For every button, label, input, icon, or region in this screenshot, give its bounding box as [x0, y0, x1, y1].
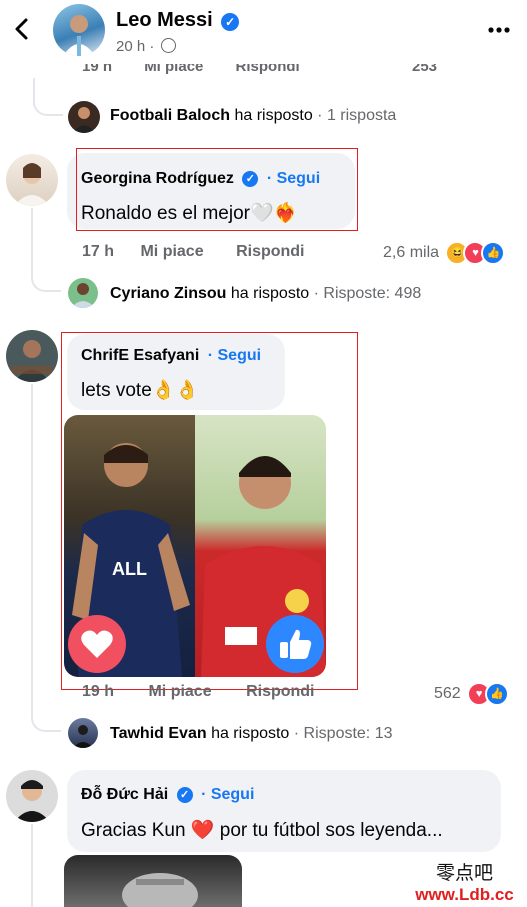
reply-link[interactable]: Rispondi [236, 243, 304, 260]
heart-icon [81, 630, 113, 658]
comment-avatar[interactable] [6, 330, 58, 382]
reply-author[interactable]: Footbali Baloch [110, 107, 230, 124]
verified-badge-icon: ✓ [176, 786, 193, 803]
back-button[interactable] [10, 14, 34, 44]
page-avatar[interactable] [53, 4, 105, 56]
reply-action: ha risposto [230, 285, 310, 302]
like-link[interactable]: Mi piace [140, 243, 203, 260]
thread-curve [31, 706, 61, 732]
replies-row[interactable]: Tawhid Evan ha risposto · Risposte: 13 [68, 718, 527, 750]
like-reaction-icon: 👍 [481, 241, 506, 265]
vote-love-button[interactable] [68, 615, 126, 673]
comment-time: 19 h [82, 683, 115, 700]
avatar [68, 718, 98, 748]
comment-time: 19 h [82, 64, 113, 75]
reaction-count: 253 [412, 64, 438, 75]
avatar [68, 278, 98, 308]
person-silhouette-icon [14, 780, 50, 822]
svg-text:ALL: ALL [112, 559, 147, 579]
follow-link[interactable]: · Segui [208, 347, 261, 364]
avatar [68, 101, 100, 133]
reply-author[interactable]: Tawhid Evan [110, 725, 207, 742]
comment-text: Gracias Kun ❤️ por tu fútbol sos leyenda… [81, 820, 443, 841]
watermark: 零点吧 www.Ldb.cc [402, 858, 527, 905]
thread-curve [33, 96, 63, 116]
follow-link[interactable]: · Segui [201, 786, 254, 803]
header-bar: Leo Messi ✓ 20 h · [0, 0, 527, 64]
comment-text: Ronaldo es el mejor🤍❤️‍🔥 [81, 203, 298, 224]
like-reaction-icon: 👍 [485, 682, 510, 706]
more-options-button[interactable] [486, 20, 512, 40]
chevron-left-icon [15, 18, 28, 40]
person-silhouette-icon [12, 340, 52, 382]
comment-text: lets vote👌👌 [81, 380, 200, 401]
comment-author[interactable]: ChrifE Esafyani [81, 347, 199, 364]
vote-like-button[interactable] [266, 615, 324, 673]
post-time: 20 h · [116, 38, 155, 55]
comment-bubble[interactable]: Đỗ Đức Hải ✓ · Segui Gracias Kun ❤️ por … [67, 770, 501, 852]
thread-line [31, 384, 33, 716]
person-silhouette-icon [72, 107, 96, 133]
thread-line [31, 824, 33, 907]
reaction-count: 562 [434, 685, 461, 703]
globe-icon [160, 38, 176, 53]
thumbs-up-icon [280, 629, 312, 659]
person-silhouette-icon [71, 283, 95, 308]
comment-bubble[interactable]: Georgina Rodríguez ✓ · Segui Ronaldo es … [67, 153, 355, 229]
photo-content-icon [122, 873, 198, 907]
replies-row[interactable]: Footbali Baloch ha risposto · 1 risposta [68, 101, 527, 133]
watermark-title: 零点吧 [435, 862, 493, 884]
person-silhouette-icon [14, 163, 50, 206]
comment-author[interactable]: Georgina Rodríguez [81, 170, 234, 187]
comment-time: 17 h [82, 243, 115, 260]
person-silhouette-icon [73, 725, 93, 748]
reply-action: ha risposto [211, 725, 290, 742]
verified-badge-icon: ✓ [242, 170, 259, 187]
person-silhouette-icon [63, 15, 95, 56]
reaction-count: 2,6 mila [383, 244, 440, 262]
reply-author[interactable]: Cyriano Zinsou [110, 285, 226, 302]
comment-image[interactable]: ALL [64, 415, 326, 677]
reply-count: · Risposte: 498 [313, 285, 422, 302]
verified-badge-icon: ✓ [221, 12, 240, 31]
replies-row[interactable]: Cyriano Zinsou ha risposto · Risposte: 4… [68, 278, 527, 310]
reply-action: ha risposto [234, 107, 313, 124]
more-icon [488, 27, 510, 33]
comment-author[interactable]: Đỗ Đức Hải [81, 786, 168, 803]
reply-link[interactable]: Rispondi [246, 683, 314, 700]
reply-link[interactable]: Rispondi [236, 64, 300, 75]
reply-count: · Risposte: 13 [293, 725, 393, 742]
previous-comment-meta: 19 h Mi piace Rispondi 253 [82, 64, 522, 78]
follow-link[interactable]: · Segui [267, 170, 320, 187]
like-link[interactable]: Mi piace [148, 683, 211, 700]
reply-count: · 1 risposta [317, 107, 397, 124]
comment-bubble[interactable]: ChrifE Esafyani · Segui lets vote👌👌 [67, 334, 285, 410]
page-title[interactable]: Leo Messi [116, 9, 213, 31]
comment-image[interactable] [64, 855, 242, 907]
thread-curve [31, 266, 61, 292]
like-link[interactable]: Mi piace [144, 64, 203, 75]
comment-avatar[interactable] [6, 154, 58, 206]
comment-avatar[interactable] [6, 770, 58, 822]
watermark-url: www.Ldb.cc [415, 885, 514, 904]
